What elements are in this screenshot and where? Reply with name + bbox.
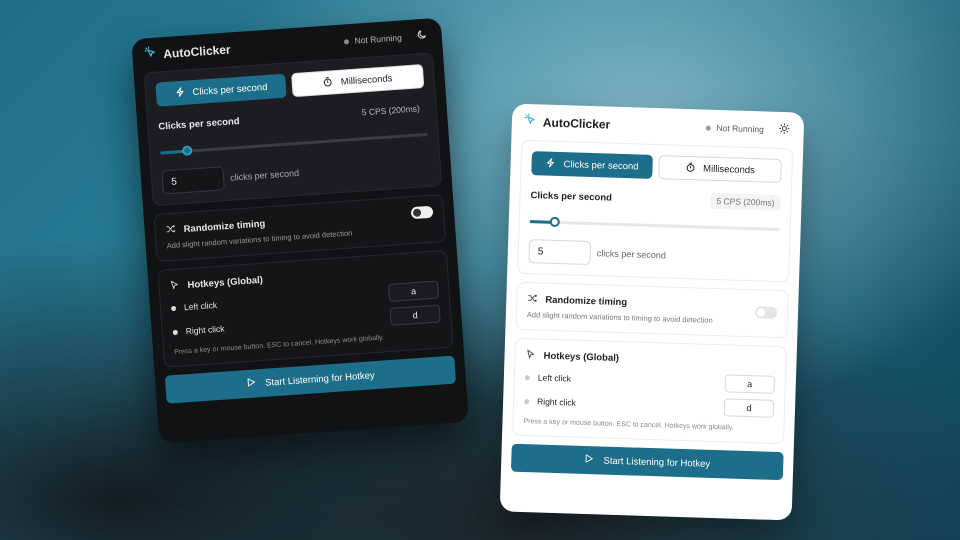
stopwatch-icon <box>322 76 333 90</box>
rate-unit-label: clicks per second <box>229 167 300 183</box>
app-title: AutoClicker <box>542 115 611 132</box>
shuffle-icon <box>165 224 176 238</box>
brand: AutoClicker <box>524 113 611 134</box>
mode-selector: Clicks per second Milliseconds <box>155 64 425 107</box>
left-click-key-button[interactable]: a <box>387 280 440 302</box>
left-click-label: Left click <box>183 299 218 313</box>
randomize-title: Randomize timing <box>183 218 266 236</box>
status-dot <box>343 38 349 44</box>
play-icon <box>246 378 256 391</box>
right-click-dot <box>524 398 530 404</box>
ms-mode-button[interactable]: Milliseconds <box>291 64 425 98</box>
autoclicker-window-dark: AutoClicker Not Running Clicks per secon… <box>131 17 469 444</box>
hotkeys-card: Hotkeys (Global) Left click a Right clic… <box>157 249 454 368</box>
cursor-icon <box>169 280 180 294</box>
hotkeys-title: Hotkeys (Global) <box>187 274 264 291</box>
slider-thumb[interactable] <box>549 216 560 228</box>
app-title: AutoClicker <box>162 42 232 62</box>
cps-mode-button[interactable]: Clicks per second <box>531 151 653 179</box>
rate-badge: 5 CPS (200ms) <box>710 192 781 211</box>
left-click-label: Left click <box>537 372 572 384</box>
rate-number-input[interactable] <box>528 239 592 266</box>
randomize-title: Randomize timing <box>545 294 628 309</box>
theme-toggle-button[interactable] <box>413 27 430 44</box>
hotkeys-title: Hotkeys (Global) <box>543 350 620 364</box>
right-click-dot <box>172 329 178 335</box>
status-indicator: Not Running <box>705 122 764 135</box>
ms-mode-label: Milliseconds <box>340 72 393 88</box>
randomize-toggle[interactable] <box>410 205 434 220</box>
hotkeys-heading: Hotkeys (Global) <box>525 349 775 370</box>
start-listening-label: Start Listening for Hotkey <box>603 455 711 470</box>
rate-label: Clicks per second <box>158 115 240 133</box>
hotkeys-card: Hotkeys (Global) Left click a Right clic… <box>512 337 787 445</box>
cps-mode-label: Clicks per second <box>192 81 268 98</box>
randomize-card: Randomize timing Add slight random varia… <box>153 193 447 263</box>
moon-icon <box>416 27 428 46</box>
hotkey-row-right: Right click d <box>524 392 775 418</box>
right-click-key-button[interactable]: d <box>389 304 441 326</box>
start-listening-label: Start Listerning for Hotkey <box>264 369 376 389</box>
brand: AutoClicker <box>144 40 231 64</box>
right-click-key-button[interactable]: d <box>723 398 775 418</box>
status-text: Not Running <box>716 122 764 135</box>
rate-unit-label: clicks per second <box>596 248 666 261</box>
rate-header: Clicks per second 5 CPS (200ms) <box>530 187 781 211</box>
start-listening-button[interactable]: Start Listening for Hotkey <box>510 443 784 481</box>
play-icon <box>584 454 594 466</box>
ms-mode-label: Milliseconds <box>702 163 756 176</box>
randomize-heading: Randomize timing <box>527 293 713 312</box>
mode-selector: Clicks per second Milliseconds <box>531 151 782 183</box>
rate-label: Clicks per second <box>530 189 613 204</box>
rate-input-row: clicks per second <box>528 239 779 271</box>
rate-input-row: clicks per second <box>161 152 430 195</box>
cursor-sparkle-icon <box>144 46 158 65</box>
right-click-label: Right click <box>536 396 577 408</box>
sun-icon <box>778 121 790 139</box>
rate-number-input[interactable] <box>161 166 226 195</box>
ms-mode-button[interactable]: Milliseconds <box>658 155 782 183</box>
status-text: Not Running <box>354 32 403 46</box>
hotkey-row-left: Left click a <box>524 368 776 394</box>
slider-track <box>160 132 428 155</box>
left-click-key-button[interactable]: a <box>724 374 776 394</box>
autoclicker-window-light: AutoClicker Not Running Clicks per secon… <box>499 103 805 521</box>
cursor-icon <box>525 349 535 362</box>
hotkeys-hint: Press a key or mouse button. ESC to canc… <box>523 418 734 432</box>
cps-mode-label: Clicks per second <box>563 158 639 173</box>
status-dot <box>705 125 711 131</box>
shuffle-icon <box>527 293 538 306</box>
cps-mode-button[interactable]: Clicks per second <box>155 73 287 107</box>
toggle-knob <box>756 308 766 317</box>
randomize-card: Randomize timing Add slight random varia… <box>515 281 789 339</box>
left-click-dot <box>170 305 177 311</box>
rate-badge: 5 CPS (200ms) <box>361 103 421 118</box>
rate-card: Clicks per second Milliseconds Clicks pe… <box>517 139 794 283</box>
cursor-sparkle-icon <box>524 113 538 131</box>
status-indicator: Not Running <box>343 32 402 46</box>
lightning-icon <box>545 157 555 170</box>
slider-track <box>529 220 780 231</box>
lightning-icon <box>174 86 185 100</box>
rate-card: Clicks per second Milliseconds Clicks pe… <box>143 52 443 207</box>
rate-slider[interactable] <box>529 215 780 235</box>
left-click-dot <box>524 374 530 380</box>
randomize-description: Add slight random variations to timing t… <box>526 310 713 325</box>
theme-toggle-button[interactable] <box>776 122 792 138</box>
slider-thumb[interactable] <box>181 145 193 157</box>
toggle-knob <box>412 208 422 218</box>
rate-header: Clicks per second 5 CPS (200ms) <box>158 100 426 135</box>
stopwatch-icon <box>685 161 695 174</box>
right-click-label: Right click <box>185 323 225 337</box>
randomize-toggle[interactable] <box>754 306 778 319</box>
